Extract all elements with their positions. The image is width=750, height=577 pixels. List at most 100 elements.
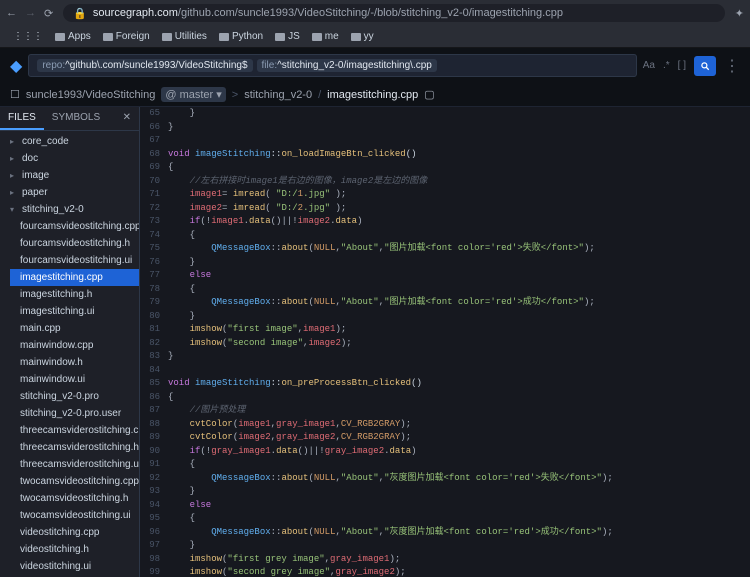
browser-nav-bar: ← → ⟳ 🔒 sourcegraph.com/github.com/suncl… [0, 0, 750, 26]
line-number: 83 [140, 350, 168, 364]
logo-icon[interactable]: ◆ [10, 56, 22, 76]
file-twocamsvideostitching-cpp[interactable]: twocamsvideostitching.cpp [10, 473, 139, 490]
line-number: 77 [140, 269, 168, 283]
file-videostitching-h[interactable]: videostitching.h [10, 541, 139, 558]
forward-icon[interactable]: → [25, 7, 36, 20]
file-imagestitching-cpp[interactable]: imagestitching.cpp [10, 269, 139, 286]
bookmark-utilities[interactable]: Utilities [157, 29, 212, 44]
file-fourcamsvideostitching-ui[interactable]: fourcamsvideostitching.ui [10, 252, 139, 269]
code-line: 69{ [140, 161, 750, 175]
folder-paper[interactable]: paper [0, 184, 139, 201]
line-number: 82 [140, 337, 168, 351]
code-line: 68void imageStitching::on_loadImageBtn_c… [140, 148, 750, 162]
file-main-cpp[interactable]: main.cpp [10, 320, 139, 337]
bookmark-apps[interactable]: Apps [50, 29, 96, 44]
line-number: 88 [140, 418, 168, 432]
line-number: 69 [140, 161, 168, 175]
bookmark-foreign[interactable]: Foreign [98, 29, 155, 44]
code-line: 94 else [140, 499, 750, 513]
file-fourcamsvideostitching-cpp[interactable]: fourcamsvideostitching.cpp [10, 218, 139, 235]
folder-icon [55, 33, 65, 41]
code-line: 86{ [140, 391, 750, 405]
line-number: 86 [140, 391, 168, 405]
bookmark-js[interactable]: JS [270, 29, 305, 44]
code-line: 85void imageStitching::on_preProcessBtn_… [140, 377, 750, 391]
breadcrumb-repo[interactable]: suncle1993/VideoStitching [26, 89, 155, 101]
folder-image[interactable]: image [0, 167, 139, 184]
breadcrumb-sep: / [318, 89, 321, 101]
file-threecamsviderostitching-h[interactable]: threecamsviderostitching.h [10, 439, 139, 456]
url-path: /github.com/suncle1993/VideoStitching/-/… [178, 7, 563, 19]
line-number: 89 [140, 431, 168, 445]
line-number: 80 [140, 310, 168, 324]
search-input[interactable]: repo:^github\.com/suncle1993/VideoStitch… [28, 54, 636, 77]
code-line: 65 } [140, 107, 750, 121]
breadcrumb-file[interactable]: imagestitching.cpp [327, 89, 418, 101]
code-line: 81 imshow("first image",image1); [140, 323, 750, 337]
regex-toggle[interactable]: .* [663, 60, 670, 71]
folder-stitching_v2-0[interactable]: stitching_v2-0 [0, 201, 139, 218]
code-viewer[interactable]: 65 }66}6768void imageStitching::on_loadI… [140, 107, 750, 577]
file-twocamsvideostitching-h[interactable]: twocamsvideostitching.h [10, 490, 139, 507]
folder-doc[interactable]: doc [0, 150, 139, 167]
line-number: 94 [140, 499, 168, 513]
case-toggle[interactable]: Aa [643, 60, 655, 71]
file-imagestitching-h[interactable]: imagestitching.h [10, 286, 139, 303]
folder-icon [103, 33, 113, 41]
code-line: 83} [140, 350, 750, 364]
code-line: 73 if(!image1.data()||!image2.data) [140, 215, 750, 229]
file-threecamsviderostitching-cpp[interactable]: threecamsviderostitching.cpp [10, 422, 139, 439]
file-mainwindow-cpp[interactable]: mainwindow.cpp [10, 337, 139, 354]
code-line: 98 imshow("first grey image",gray_image1… [140, 553, 750, 567]
code-line: 92 QMessageBox::about(NULL,"About","灰度图片… [140, 472, 750, 486]
sidebar: FILES SYMBOLS ✕ core_codedocimagepaperst… [0, 107, 140, 577]
code-line: 67 [140, 134, 750, 148]
line-number: 84 [140, 364, 168, 378]
apps-icon[interactable]: ⋮⋮⋮ [8, 29, 48, 44]
code-line: 91 { [140, 458, 750, 472]
line-number: 85 [140, 377, 168, 391]
tab-symbols[interactable]: SYMBOLS [44, 107, 108, 130]
reload-icon[interactable]: ⟳ [44, 7, 53, 20]
repo-icon: ☐ [10, 88, 20, 101]
bracket-toggle[interactable]: [ ] [678, 60, 686, 71]
folder-icon [219, 33, 229, 41]
file-mainwindow-ui[interactable]: mainwindow.ui [10, 371, 139, 388]
file-videostitching-ui[interactable]: videostitching.ui [10, 558, 139, 575]
folder-icon [351, 33, 361, 41]
search-button[interactable] [694, 56, 716, 76]
tab-files[interactable]: FILES [0, 107, 44, 130]
menu-icon[interactable]: ⋮ [724, 56, 740, 76]
code-line: 66} [140, 121, 750, 135]
file-imagestitching-ui[interactable]: imagestitching.ui [10, 303, 139, 320]
line-number: 87 [140, 404, 168, 418]
bookmark-python[interactable]: Python [214, 29, 268, 44]
external-icon[interactable]: ▢ [424, 88, 434, 101]
line-number: 76 [140, 256, 168, 270]
code-line: 84 [140, 364, 750, 378]
file-fourcamsvideostitching-h[interactable]: fourcamsvideostitching.h [10, 235, 139, 252]
branch-at: @ master ▾ [161, 87, 225, 102]
file-mainwindow-h[interactable]: mainwindow.h [10, 354, 139, 371]
bookmark-yy[interactable]: yy [346, 29, 379, 44]
breadcrumb-folder[interactable]: stitching_v2-0 [244, 89, 312, 101]
code-line: 79 QMessageBox::about(NULL,"About","图片加载… [140, 296, 750, 310]
folder-core_code[interactable]: core_code [0, 133, 139, 150]
code-line: 76 } [140, 256, 750, 270]
file-twocamsvideostitching-ui[interactable]: twocamsvideostitching.ui [10, 507, 139, 524]
url-bar[interactable]: 🔒 sourcegraph.com/github.com/suncle1993/… [63, 4, 725, 22]
bookmark-me[interactable]: me [307, 29, 344, 44]
close-icon[interactable]: ✕ [115, 107, 139, 130]
line-number: 79 [140, 296, 168, 310]
extensions-icon[interactable]: ✦ [735, 7, 744, 20]
file-threecamsviderostitching-ui[interactable]: threecamsviderostitching.ui [10, 456, 139, 473]
line-number: 99 [140, 566, 168, 577]
file-videostitching-cpp[interactable]: videostitching.cpp [10, 524, 139, 541]
line-number: 81 [140, 323, 168, 337]
code-line: 87 //图片预处理 [140, 404, 750, 418]
back-icon[interactable]: ← [6, 7, 17, 20]
file-stitching_v2-0-pro[interactable]: stitching_v2-0.pro [10, 388, 139, 405]
line-number: 66 [140, 121, 168, 135]
file-stitching_v2-0-pro-user[interactable]: stitching_v2-0.pro.user [10, 405, 139, 422]
search-icon [700, 61, 710, 71]
